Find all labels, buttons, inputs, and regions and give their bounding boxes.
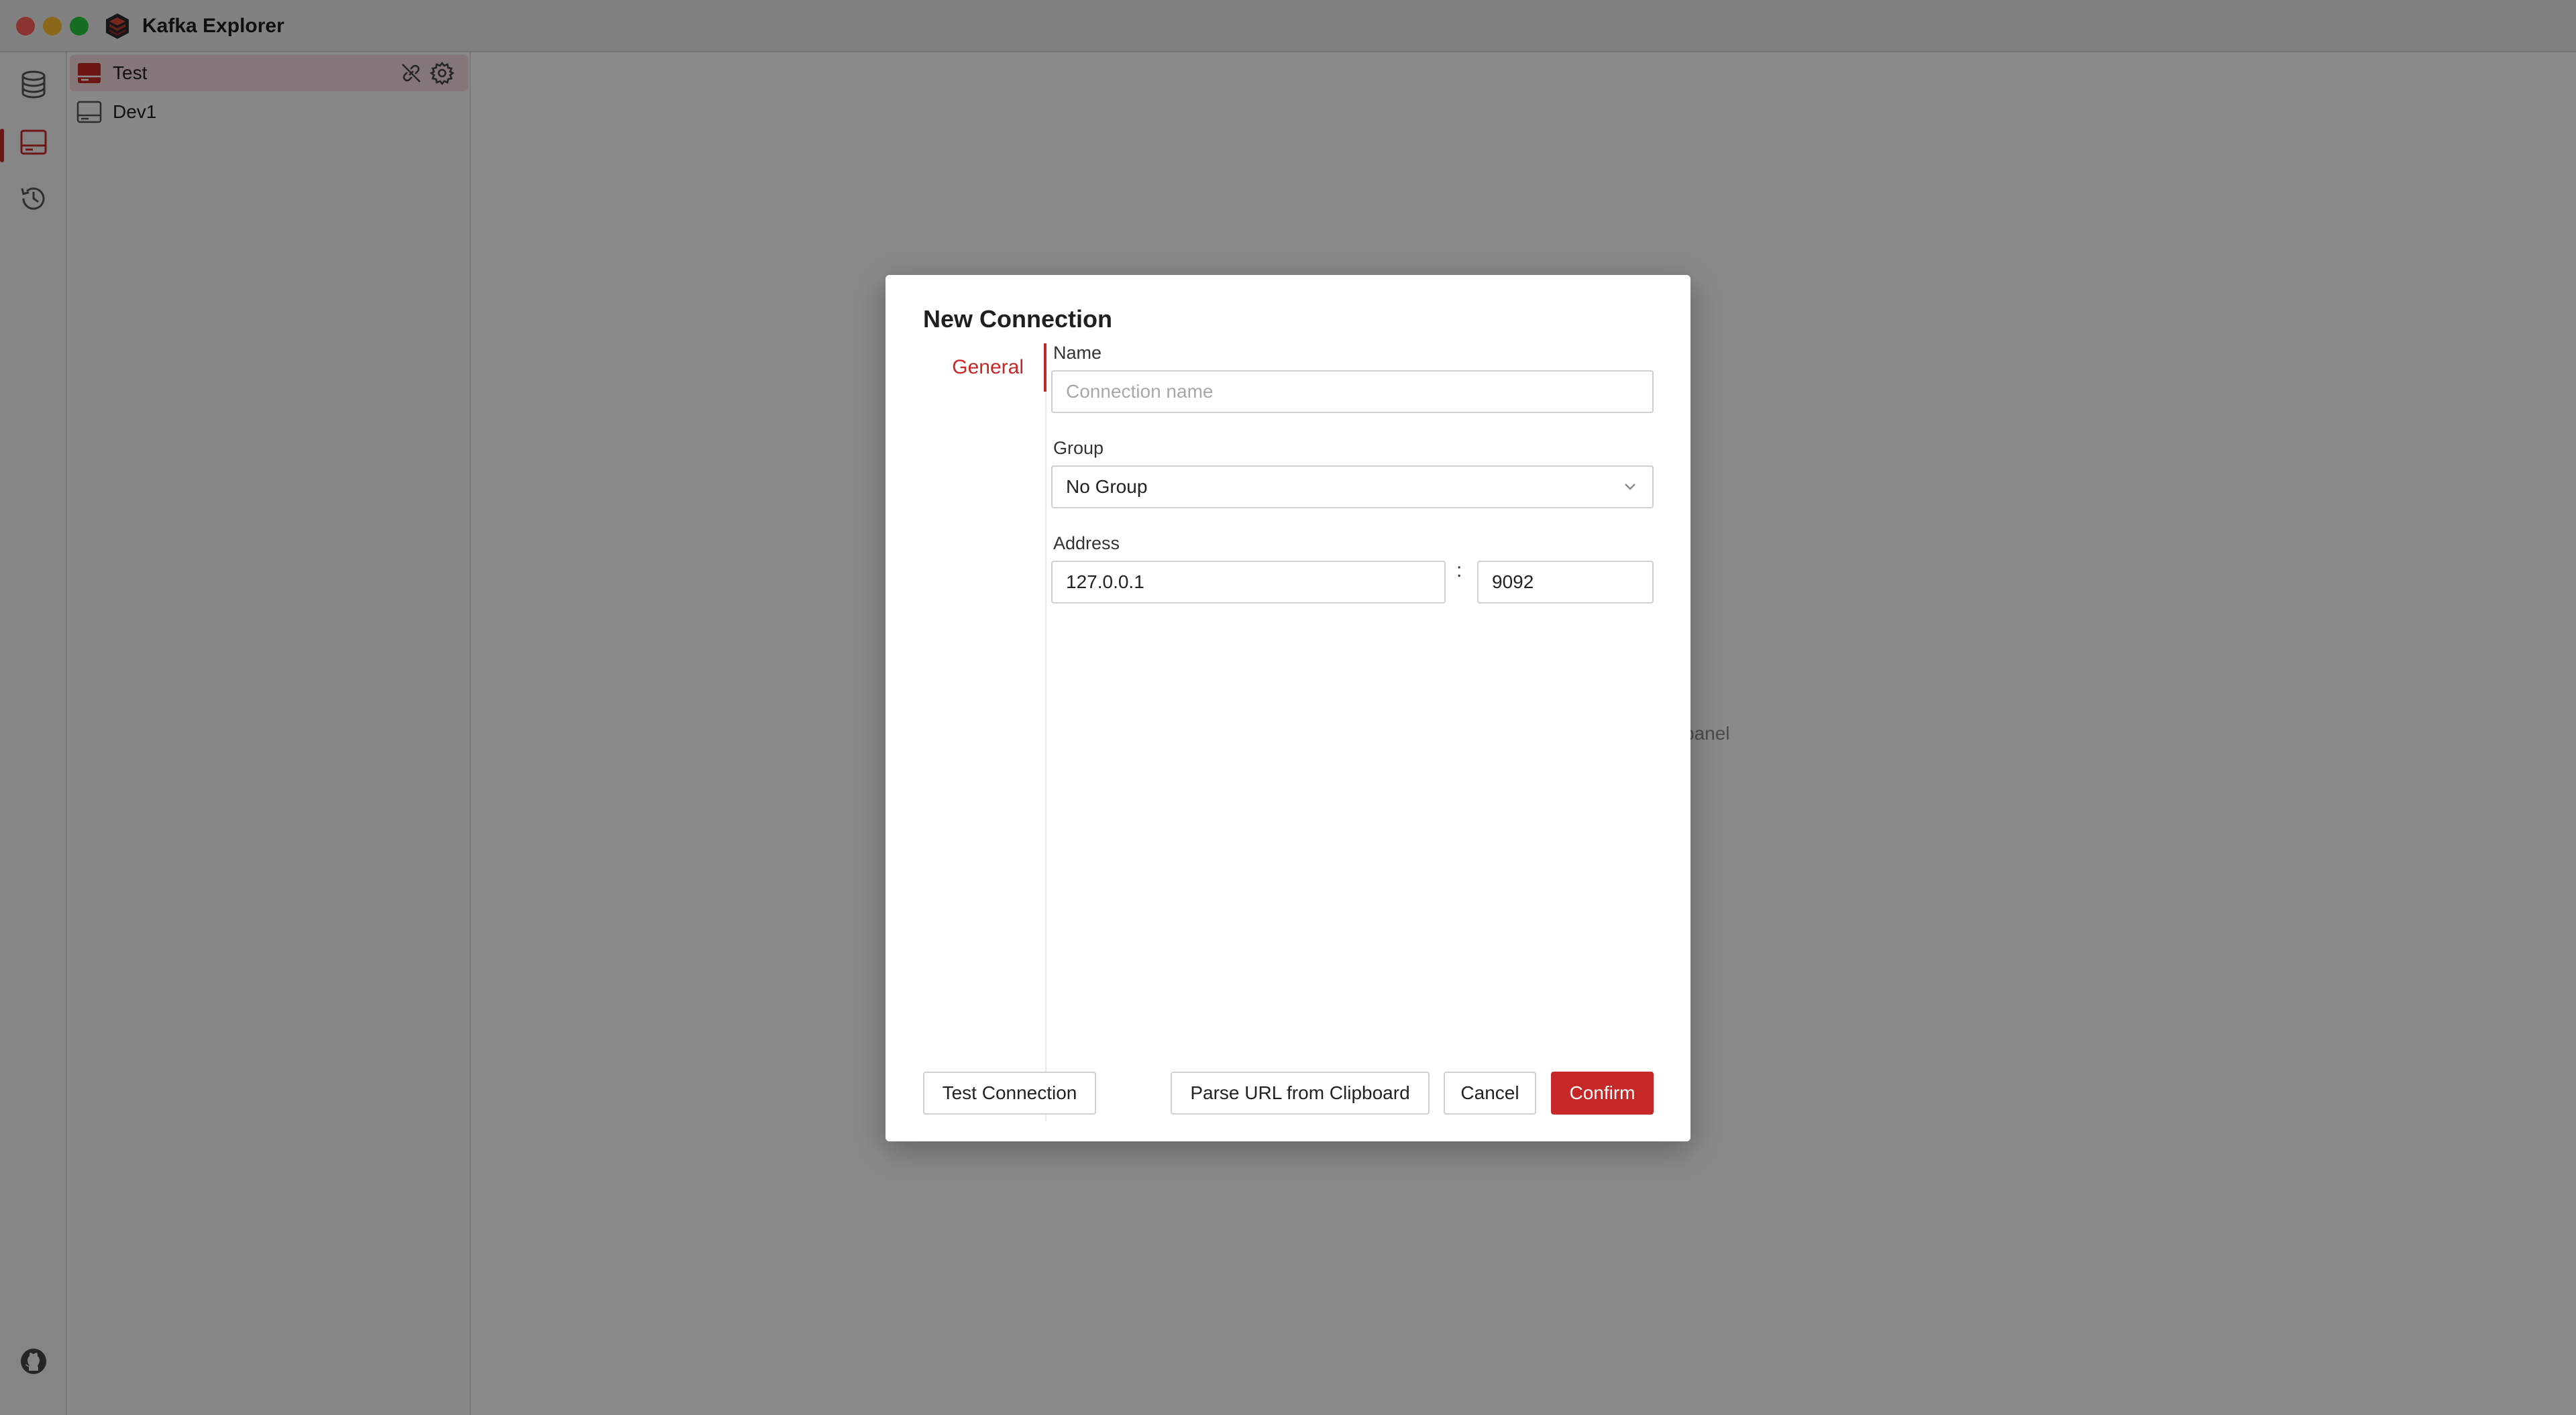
name-field-label: Name — [1053, 343, 1102, 363]
address-separator: : — [1456, 559, 1462, 581]
parse-url-button[interactable]: Parse URL from Clipboard — [1171, 1072, 1430, 1115]
confirm-button[interactable]: Confirm — [1551, 1072, 1654, 1115]
cancel-button[interactable]: Cancel — [1444, 1072, 1536, 1115]
group-field-label: Group — [1053, 438, 1104, 458]
group-select-value: No Group — [1066, 476, 1148, 497]
new-connection-dialog: New Connection General Name Group No Gro… — [885, 275, 1690, 1141]
tab-general[interactable]: General — [923, 343, 1046, 392]
address-field-label: Address — [1053, 533, 1120, 553]
dialog-title: New Connection — [923, 305, 1113, 333]
port-input[interactable] — [1477, 561, 1654, 604]
group-select[interactable]: No Group — [1051, 465, 1654, 508]
test-connection-button[interactable]: Test Connection — [923, 1072, 1096, 1115]
dialog-tab-list: General — [923, 343, 1046, 1121]
chevron-down-icon — [1625, 484, 1635, 490]
host-input[interactable] — [1051, 561, 1446, 604]
connection-name-input[interactable] — [1051, 370, 1654, 413]
